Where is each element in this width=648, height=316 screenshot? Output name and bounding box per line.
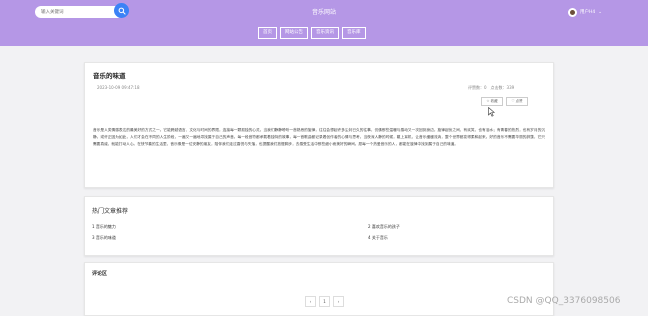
page-number-button[interactable]: 1 — [319, 296, 330, 307]
chevron-down-icon: ⌄ — [598, 9, 603, 15]
main-nav: 首页 网站公告 音乐资讯 音乐库 — [258, 27, 366, 39]
username: 用户H4 — [580, 10, 596, 15]
nav-item-home[interactable]: 首页 — [258, 27, 277, 39]
favorite-button[interactable]: ☆ 收藏 — [481, 97, 503, 106]
hot-article-link[interactable]: 2 喜欢音乐的孩子 — [368, 224, 400, 230]
user-menu[interactable]: 用户H4 ⌄ — [568, 6, 602, 18]
site-title: 音乐网站 — [311, 9, 336, 16]
article-card: 音乐的味道 2023-10-09 09:47:18 评赞数：0 点击数：339 … — [84, 62, 554, 188]
nav-item-music-library[interactable]: 音乐库 — [342, 27, 366, 39]
prev-page-button[interactable]: ‹ — [305, 296, 316, 307]
favorite-label: 收藏 — [490, 99, 498, 103]
avatar — [568, 7, 577, 17]
hot-article-link[interactable]: 1 音乐的魅力 — [92, 224, 116, 230]
hot-articles-card: 热门文章推荐 1 音乐的魅力 2 喜欢音乐的孩子 3 音乐的味道 4 关于音乐 — [84, 196, 554, 256]
nav-bar: 首页 网站公告 音乐资讯 音乐库 — [0, 22, 648, 46]
like-button[interactable]: ♡ 点赞 — [506, 97, 528, 106]
comments-card: 评论区 — [84, 262, 554, 316]
next-page-button[interactable]: › — [333, 296, 344, 307]
watermark: CSDN @QQ_3376098506 — [507, 296, 621, 306]
top-header: 音乐网站 用户H4 ⌄ — [0, 0, 648, 22]
article-date: 2023-10-09 09:47:18 — [97, 85, 140, 90]
like-label: 点赞 — [515, 99, 523, 103]
article-title: 音乐的味道 — [93, 72, 126, 80]
hot-article-link[interactable]: 3 音乐的味道 — [92, 235, 116, 241]
nav-item-announcements[interactable]: 网站公告 — [280, 27, 308, 39]
hot-articles-title: 热门文章推荐 — [92, 208, 129, 215]
comments-title: 评论区 — [92, 271, 108, 277]
article-body: 音乐是人类情感表达的最美好的方式之一。它能跨越语言、文化与时间的界限，连接每一颗… — [93, 128, 545, 146]
nav-item-music-news[interactable]: 音乐资讯 — [311, 27, 339, 39]
mouse-cursor-icon — [488, 107, 495, 117]
article-actions: ☆ 收藏 ♡ 点赞 — [481, 97, 528, 106]
hot-article-link[interactable]: 4 关于音乐 — [368, 235, 388, 241]
article-stats: 评赞数：0 点击数：339 — [468, 85, 515, 90]
pagination: ‹ 1 › — [305, 296, 344, 307]
